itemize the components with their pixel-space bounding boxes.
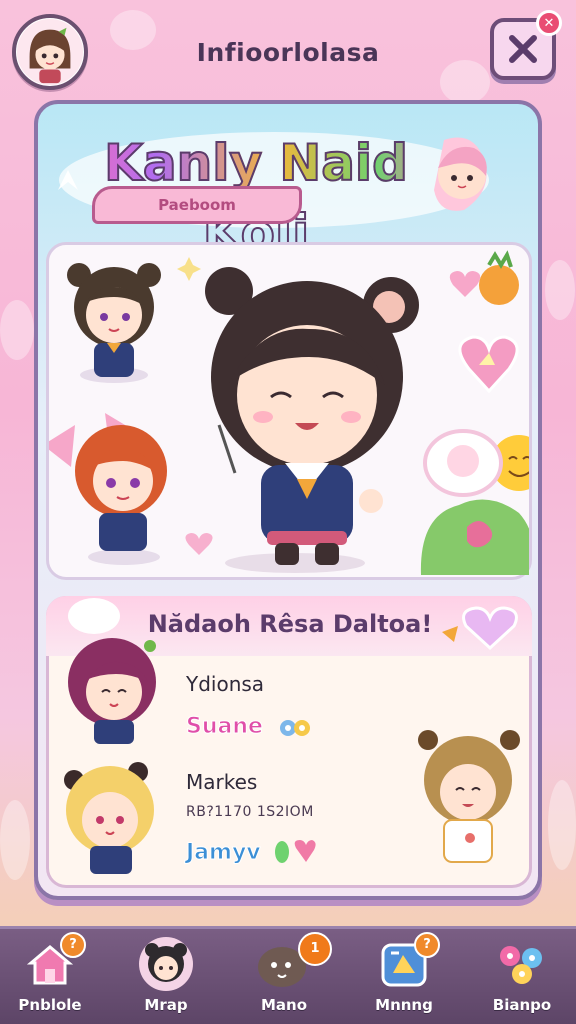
nav-badge-1: ?: [60, 932, 86, 958]
nav-label-3: Mano: [260, 996, 308, 1014]
chibi-main-character-icon: [205, 267, 419, 573]
nav-item-mano[interactable]: 1 Mano: [236, 930, 332, 1024]
chibi-blonde-girl-icon: [64, 762, 154, 874]
bush-icon: [420, 499, 535, 575]
nav-label-2: Mrap: [144, 996, 188, 1014]
card-row-label-1: Ydionsa: [186, 672, 265, 696]
nav-label-5: Bianpo: [492, 996, 552, 1014]
carrot-sticker-icon: [479, 250, 519, 305]
logo-ribbon: Paeboom: [92, 186, 302, 224]
card-row-code: RB?1170 1S2IOM: [186, 804, 314, 820]
top-bar: Infioorlolasa ✕: [0, 0, 576, 100]
player-avatar-button[interactable]: [12, 14, 88, 90]
nav-label-1: Pnblole: [18, 996, 82, 1014]
character-icon: [136, 936, 196, 992]
character-showcase: [43, 242, 547, 580]
chibi-brown-bear-girl-icon: [418, 730, 520, 863]
card-row-label-2: Markes: [186, 770, 258, 794]
nav-badge-4: ?: [414, 932, 440, 958]
screen-title: Infioorlolasa: [196, 38, 380, 67]
sparkle-icon: [177, 257, 201, 281]
nav-item-mnnng[interactable]: ? Mnnng: [356, 930, 452, 1024]
close-icon: [509, 35, 537, 63]
card-row-tag-1: Suane: [186, 714, 264, 740]
flower-icon: [280, 720, 310, 736]
photo-sticker-icon: [423, 429, 503, 497]
chibi-bow-girl-icon: [43, 413, 167, 565]
card-row-tag-2: Jamyv: [186, 840, 262, 866]
chibi-purple-hair-icon: [68, 638, 156, 744]
flowers-icon: [492, 936, 552, 992]
nav-label-4: Mnnng: [375, 996, 433, 1014]
nav-item-mrap[interactable]: Mrap: [118, 930, 214, 1024]
nav-item-bianpo[interactable]: Bianpo: [474, 930, 570, 1024]
notification-dot-icon: ✕: [536, 10, 562, 36]
nav-badge-3: 1: [298, 932, 332, 966]
player-avatar-icon: [16, 18, 84, 86]
chibi-bear-girl-icon: [67, 263, 161, 383]
leaf-heart-icon: [275, 840, 316, 863]
characters-illustration: [43, 250, 547, 575]
small-heart-icon: [185, 533, 213, 555]
nav-item-pnblole[interactable]: ? Pnblole: [2, 930, 98, 1024]
